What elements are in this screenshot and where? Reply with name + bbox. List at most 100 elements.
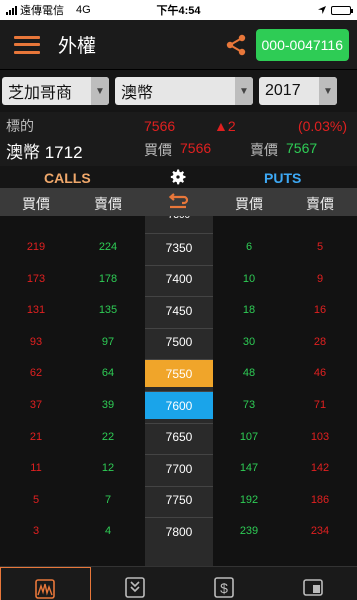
put-ask-header: 賣價 — [306, 196, 334, 212]
swap-arrows-icon[interactable] — [166, 192, 190, 212]
put-bid-cell[interactable]: 6 — [229, 241, 269, 253]
underlying-label: 標的 — [6, 118, 34, 134]
chevron-down-icon: ▼ — [319, 77, 337, 105]
call-bid-cell[interactable]: 5 — [16, 494, 56, 506]
put-bid-cell[interactable]: 73 — [229, 399, 269, 411]
call-bid-header: 買價 — [22, 196, 50, 212]
option-row[interactable]: 5 7 7750 192 186 — [0, 484, 357, 516]
call-bid-cell[interactable]: 11 — [16, 462, 56, 474]
call-ask-cell[interactable]: 22 — [88, 431, 128, 443]
put-bid-cell[interactable]: 107 — [229, 431, 269, 443]
put-ask-cell[interactable]: 16 — [300, 304, 340, 316]
bid-price: 7566 — [180, 140, 212, 156]
option-row[interactable]: 131 135 7450 18 16 — [0, 294, 357, 326]
put-ask-cell[interactable]: 71 — [300, 399, 340, 411]
strike-cell[interactable]: 7750 — [145, 485, 213, 514]
status-bar: 遠傳電信 4G 下午4:54 — [0, 0, 357, 20]
call-bid-cell[interactable]: 173 — [16, 273, 56, 285]
call-ask-header: 賣價 — [94, 196, 122, 212]
nav-chart[interactable] — [0, 567, 91, 600]
chevron-down-icon: ▼ — [91, 77, 109, 105]
year-select[interactable]: 2017 ▼ — [259, 77, 337, 105]
put-ask-cell[interactable]: 234 — [300, 525, 340, 537]
call-ask-cell[interactable]: 178 — [88, 273, 128, 285]
option-row[interactable]: 173 178 7400 10 9 — [0, 263, 357, 295]
strike-cell[interactable]: 7400 — [145, 264, 213, 293]
call-ask-cell[interactable]: 224 — [88, 241, 128, 253]
svg-text:$: $ — [220, 580, 228, 596]
year-value: 2017 — [265, 82, 301, 99]
option-row[interactable]: 11 12 7700 147 142 — [0, 452, 357, 484]
menu-icon[interactable] — [14, 35, 40, 54]
nav-download[interactable] — [91, 567, 180, 600]
put-bid-cell[interactable]: 18 — [229, 304, 269, 316]
call-ask-cell[interactable]: 64 — [88, 367, 128, 379]
share-icon[interactable] — [224, 33, 248, 57]
bottom-nav: $ — [0, 566, 357, 600]
call-bid-cell[interactable]: 37 — [16, 399, 56, 411]
put-ask-cell[interactable]: 28 — [300, 336, 340, 348]
strike-cell[interactable]: 7650 — [145, 422, 213, 451]
call-bid-cell[interactable]: 62 — [16, 367, 56, 379]
gear-icon[interactable] — [168, 167, 188, 187]
partial-strike: 7300 — [145, 216, 213, 222]
strike-cell[interactable]: 7500 — [145, 327, 213, 356]
account-button[interactable]: 000-0047116 — [255, 28, 349, 61]
put-ask-cell[interactable]: 142 — [300, 462, 340, 474]
call-ask-cell[interactable]: 4 — [88, 525, 128, 537]
strike-cell[interactable]: 7450 — [145, 296, 213, 325]
call-ask-cell[interactable]: 97 — [88, 336, 128, 348]
put-bid-cell[interactable]: 192 — [229, 494, 269, 506]
price-change: ▲2 — [214, 118, 236, 134]
put-bid-cell[interactable]: 30 — [229, 336, 269, 348]
option-row[interactable]: 37 39 7600 73 71 — [0, 389, 357, 421]
strike-cell[interactable]: 7600 — [145, 391, 213, 419]
put-ask-cell[interactable]: 103 — [300, 431, 340, 443]
option-chain[interactable]: 7300 21922473506517317874001091311357450… — [0, 216, 357, 566]
call-bid-cell[interactable]: 3 — [16, 525, 56, 537]
put-bid-cell[interactable]: 239 — [229, 525, 269, 537]
dollar-icon: $ — [214, 577, 234, 598]
currency-select[interactable]: 澳幣 ▼ — [115, 77, 253, 105]
put-ask-cell[interactable]: 9 — [300, 273, 340, 285]
option-row[interactable]: 93 97 7500 30 28 — [0, 326, 357, 358]
underlying-name: 澳幣 1712 — [6, 143, 83, 162]
option-row[interactable]: 62 64 7550 48 46 — [0, 357, 357, 389]
exchange-select[interactable]: 芝加哥商 ▼ — [2, 77, 109, 105]
call-bid-cell[interactable]: 93 — [16, 336, 56, 348]
put-bid-cell[interactable]: 10 — [229, 273, 269, 285]
strike-cell[interactable]: 7350 — [145, 233, 213, 261]
ask-label: 賣價 — [250, 142, 278, 158]
option-row[interactable]: 219 224 7350 6 5 — [0, 231, 357, 263]
column-headers: 買價 賣價 買價 賣價 — [0, 188, 357, 216]
calls-puts-bar: CALLS PUTS — [0, 166, 357, 188]
call-bid-cell[interactable]: 131 — [16, 304, 56, 316]
strike-cell[interactable]: 7800 — [145, 517, 213, 546]
strike-cell[interactable]: 7700 — [145, 454, 213, 483]
nav-price[interactable]: $ — [180, 567, 269, 600]
clock: 下午4:54 — [156, 5, 201, 17]
put-bid-cell[interactable]: 147 — [229, 462, 269, 474]
battery-icon — [331, 5, 353, 15]
put-ask-cell[interactable]: 46 — [300, 367, 340, 379]
call-ask-cell[interactable]: 12 — [88, 462, 128, 474]
call-ask-cell[interactable]: 39 — [88, 399, 128, 411]
call-ask-cell[interactable]: 135 — [88, 304, 128, 316]
exchange-value: 芝加哥商 — [8, 85, 73, 102]
put-ask-cell[interactable]: 5 — [300, 241, 340, 253]
calls-label: CALLS — [44, 170, 91, 186]
filter-bar: 芝加哥商 ▼ 澳幣 ▼ 2017 ▼ — [0, 70, 357, 112]
put-bid-cell[interactable]: 48 — [229, 367, 269, 379]
underlying-quote: 標的 澳幣 1712 7566 ▲2 (0.03%) 買價 7566 賣價 75… — [0, 112, 357, 166]
option-row[interactable]: 3 4 7800 239 234 — [0, 515, 357, 547]
put-bid-header: 買價 — [235, 196, 263, 212]
call-ask-cell[interactable]: 7 — [88, 494, 128, 506]
put-ask-cell[interactable]: 186 — [300, 494, 340, 506]
page-title: 外權 — [58, 36, 97, 57]
strike-cell[interactable]: 7550 — [145, 359, 213, 388]
last-price: 7566 — [144, 118, 176, 134]
call-bid-cell[interactable]: 21 — [16, 431, 56, 443]
call-bid-cell[interactable]: 219 — [16, 241, 56, 253]
nav-window[interactable] — [268, 567, 357, 600]
option-row[interactable]: 21 22 7650 107 103 — [0, 421, 357, 453]
